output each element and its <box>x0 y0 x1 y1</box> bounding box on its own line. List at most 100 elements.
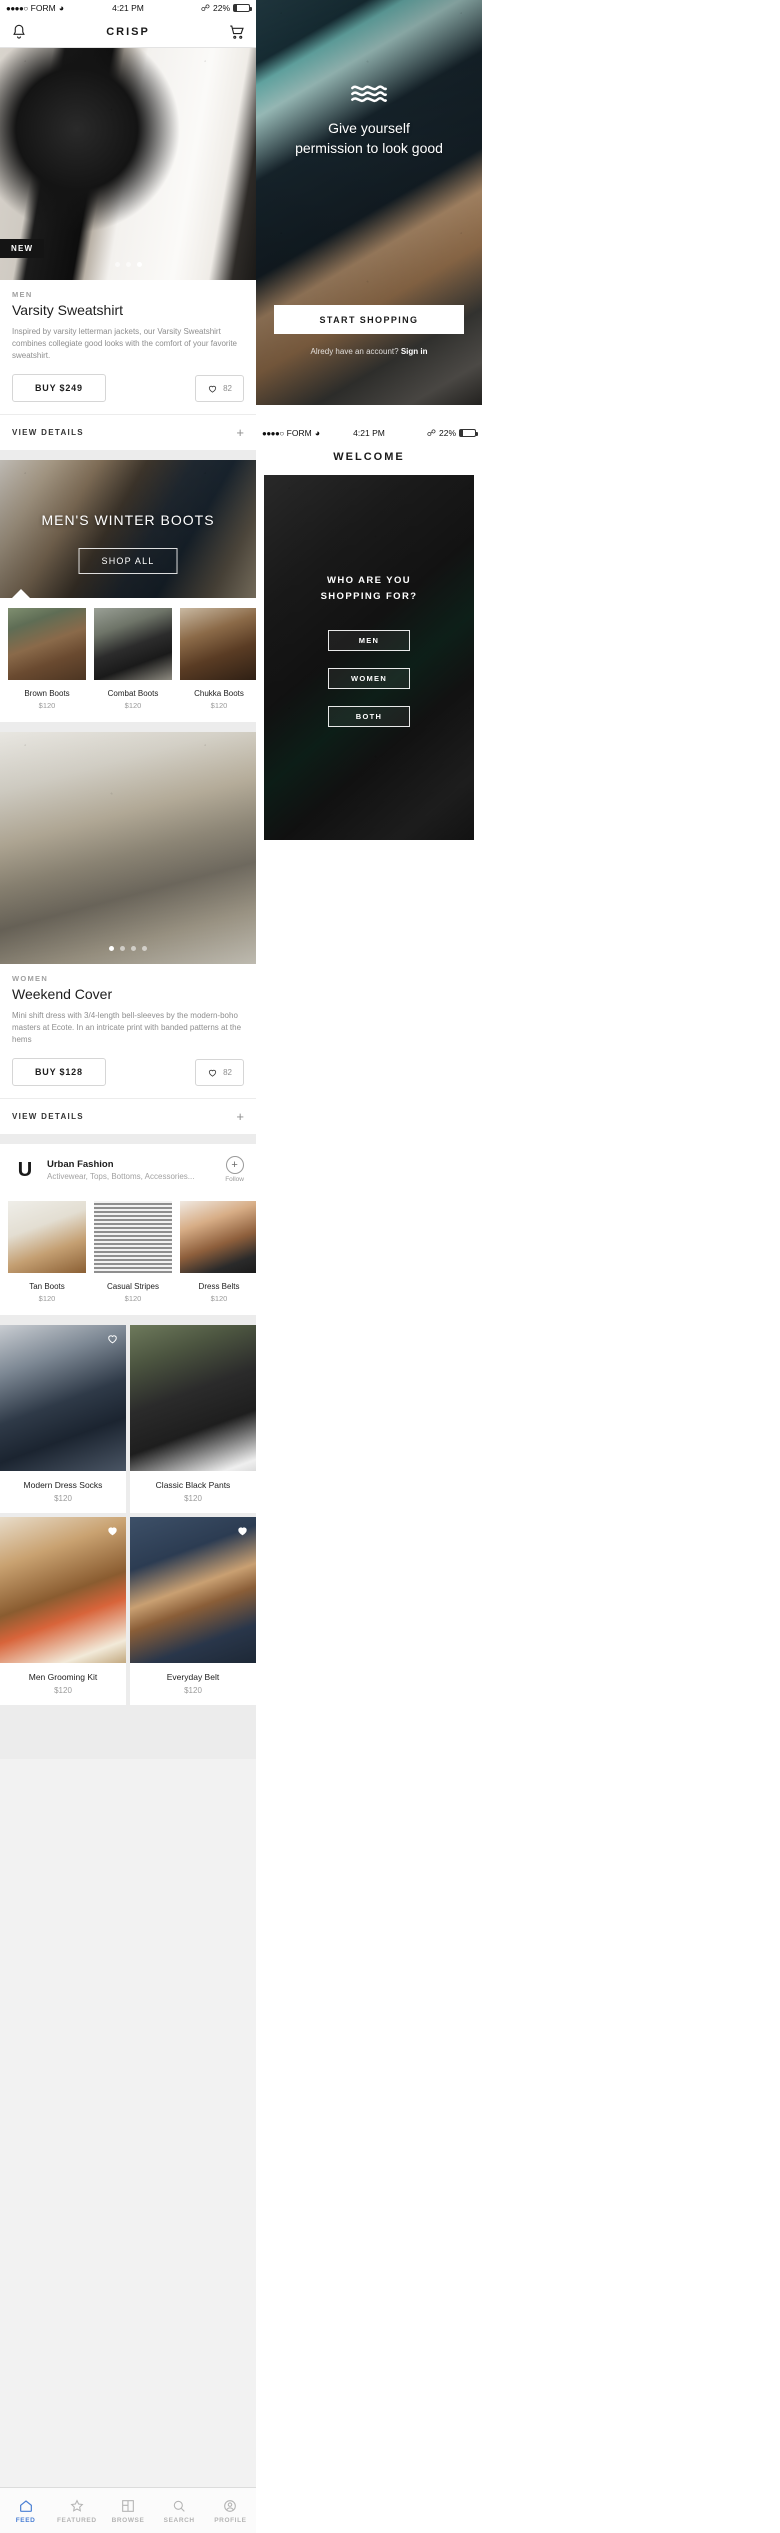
option-women-button[interactable]: WOMEN <box>328 668 410 689</box>
onboarding-hero-panel: Give yourself permission to look good ST… <box>256 0 482 405</box>
brand-header[interactable]: U Urban Fashion Activewear, Tops, Bottom… <box>0 1144 256 1191</box>
list-item[interactable]: Combat Boots $120 <box>94 608 172 710</box>
product-card-varsity: NEW MEN Varsity Sweatshirt Inspired by v… <box>0 48 256 450</box>
hero-headline: Give yourself permission to look good <box>256 118 482 159</box>
carousel-dots[interactable] <box>0 938 256 956</box>
product-actions-varsity: BUY $249 82 <box>0 362 256 414</box>
status-bar: ●●●●○ FORM ◕ 4:21 PM ☍ 22% <box>256 425 482 441</box>
like-button[interactable]: 82 <box>195 1058 244 1086</box>
battery-icon <box>233 4 252 12</box>
product-info-varsity: MEN Varsity Sweatshirt Inspired by varsi… <box>0 280 256 362</box>
heart-icon <box>208 385 217 393</box>
banner-title: MEN'S WINTER BOOTS <box>41 512 215 528</box>
bluetooth-icon: ☍ <box>426 427 436 438</box>
carousel-dots[interactable] <box>0 254 256 272</box>
list-item[interactable]: Brown Boots $120 <box>8 608 86 710</box>
grid-item-modern-dress-socks[interactable]: Modern Dress Socks $120 <box>0 1325 126 1513</box>
follow-label: Follow <box>225 1176 244 1183</box>
signin-link[interactable]: Sign in <box>401 347 428 356</box>
tab-search[interactable]: SEARCH <box>154 2488 205 2533</box>
thumbnail <box>8 1201 86 1273</box>
welcome-question-line2: SHOPPING FOR? <box>320 591 418 603</box>
tab-featured[interactable]: FEATURED <box>51 2488 102 2533</box>
bell-icon[interactable] <box>10 23 28 41</box>
welcome-phone-panel: ●●●●○ FORM ◕ 4:21 PM ☍ 22% WELCOME WHO A… <box>256 425 482 840</box>
welcome-question-line1: WHO ARE YOU <box>326 575 411 586</box>
like-count: 82 <box>223 1067 232 1077</box>
list-item[interactable]: Dress Belts $120 <box>180 1201 256 1303</box>
thumbnail <box>0 1517 126 1663</box>
plus-icon: + <box>236 1109 244 1124</box>
grid-item-price: $120 <box>54 1494 72 1503</box>
app-navbar: CRISP <box>0 16 256 48</box>
banner-notch <box>12 589 30 598</box>
tile-name: Tan Boots <box>29 1282 65 1291</box>
cart-icon[interactable] <box>228 23 246 41</box>
home-icon <box>19 2499 32 2512</box>
follow-button[interactable]: + Follow <box>225 1156 244 1183</box>
heart-icon[interactable] <box>106 1332 119 1345</box>
thumbnail <box>180 608 256 680</box>
tab-label: FEED <box>15 2516 36 2524</box>
feed-phone-panel: ●●●●○ FORM ◕ 4:21 PM ☍ 22% CRISP NEW MEN… <box>0 0 256 2533</box>
tile-price: $120 <box>124 1294 142 1303</box>
product-title: Weekend Cover <box>12 986 113 1002</box>
banner-card-winter-boots: MEN'S WINTER BOOTS SHOP ALL Brown Boots … <box>0 460 256 722</box>
like-button[interactable]: 82 <box>195 374 244 402</box>
welcome-title: WELCOME <box>333 451 405 463</box>
grid-item-name: Modern Dress Socks <box>23 1480 103 1490</box>
product-category: WOMEN <box>12 974 49 983</box>
person-icon <box>224 2499 237 2512</box>
heart-icon[interactable] <box>236 1524 249 1537</box>
like-count: 82 <box>223 383 232 393</box>
tile-price: $120 <box>210 701 228 710</box>
grid-item-price: $120 <box>54 1686 72 1695</box>
tab-label: SEARCH <box>163 2516 195 2524</box>
product-grid-row-2: Men Grooming Kit $120 Everyday Belt $120 <box>0 1517 256 1705</box>
list-item[interactable]: Casual Stripes $120 <box>94 1201 172 1303</box>
option-both-button[interactable]: BOTH <box>328 706 410 727</box>
tab-feed[interactable]: FEED <box>0 2488 51 2533</box>
product-image-weekend-cover[interactable] <box>0 732 256 964</box>
bottom-tab-bar: FEED FEATURED BROWSE SEARCH PROFILE <box>0 2487 256 2533</box>
hero-background-image <box>256 0 482 405</box>
tile-name: Chukka Boots <box>194 689 244 698</box>
thumbnail <box>180 1201 256 1273</box>
start-shopping-button[interactable]: START SHOPPING <box>274 305 464 334</box>
grid-item-price: $120 <box>184 1494 202 1503</box>
tab-browse[interactable]: BROWSE <box>102 2488 153 2533</box>
status-bar-right: ☍ 22% <box>426 427 478 439</box>
shop-all-button[interactable]: SHOP ALL <box>78 548 178 574</box>
feed-scroll-area[interactable]: NEW MEN Varsity Sweatshirt Inspired by v… <box>0 48 256 1759</box>
product-image-varsity[interactable]: NEW <box>0 48 256 280</box>
product-description: Mini shift dress with 3/4-length bell-sl… <box>12 1011 242 1044</box>
grid-item-price: $120 <box>184 1686 202 1695</box>
brand-tiles-row[interactable]: Tan Boots $120 Casual Stripes $120 Dress… <box>0 1191 256 1315</box>
page-title: CRISP <box>106 25 150 38</box>
grid-item-men-grooming-kit[interactable]: Men Grooming Kit $120 <box>0 1517 126 1705</box>
list-item[interactable]: Chukka Boots $120 <box>180 608 256 710</box>
plus-icon: + <box>236 425 244 440</box>
tile-name: Casual Stripes <box>106 1282 160 1291</box>
boot-tiles-row[interactable]: Brown Boots $120 Combat Boots $120 Chukk… <box>0 598 256 722</box>
grid-item-everyday-belt[interactable]: Everyday Belt $120 <box>130 1517 256 1705</box>
tab-profile[interactable]: PROFILE <box>205 2488 256 2533</box>
heart-icon[interactable] <box>106 1524 119 1537</box>
option-men-button[interactable]: MEN <box>328 630 410 651</box>
buy-button[interactable]: BUY $128 <box>12 1058 106 1086</box>
tab-label: BROWSE <box>111 2516 145 2524</box>
signin-row: Alredy have an account? Sign in <box>256 347 482 356</box>
tile-price: $120 <box>124 701 142 710</box>
product-description: Inspired by varsity letterman jackets, o… <box>12 327 238 360</box>
banner-image[interactable]: MEN'S WINTER BOOTS SHOP ALL <box>0 460 256 598</box>
grid-item-classic-black-pants[interactable]: Classic Black Pants $120 <box>130 1325 256 1513</box>
view-details-row[interactable]: VIEW DETAILS + <box>0 414 256 450</box>
status-bar: ●●●●○ FORM ◕ 4:21 PM ☍ 22% <box>0 0 256 16</box>
buy-button[interactable]: BUY $249 <box>12 374 106 402</box>
list-item[interactable]: Tan Boots $120 <box>8 1201 86 1303</box>
hero-headline-line1: Give yourself <box>328 120 410 136</box>
product-card-weekend-cover: WOMEN Weekend Cover Mini shift dress wit… <box>0 732 256 1134</box>
status-bar-right: ☍ 22% <box>201 3 252 14</box>
thumbnail <box>0 1325 126 1471</box>
view-details-row[interactable]: VIEW DETAILS + <box>0 1098 256 1134</box>
